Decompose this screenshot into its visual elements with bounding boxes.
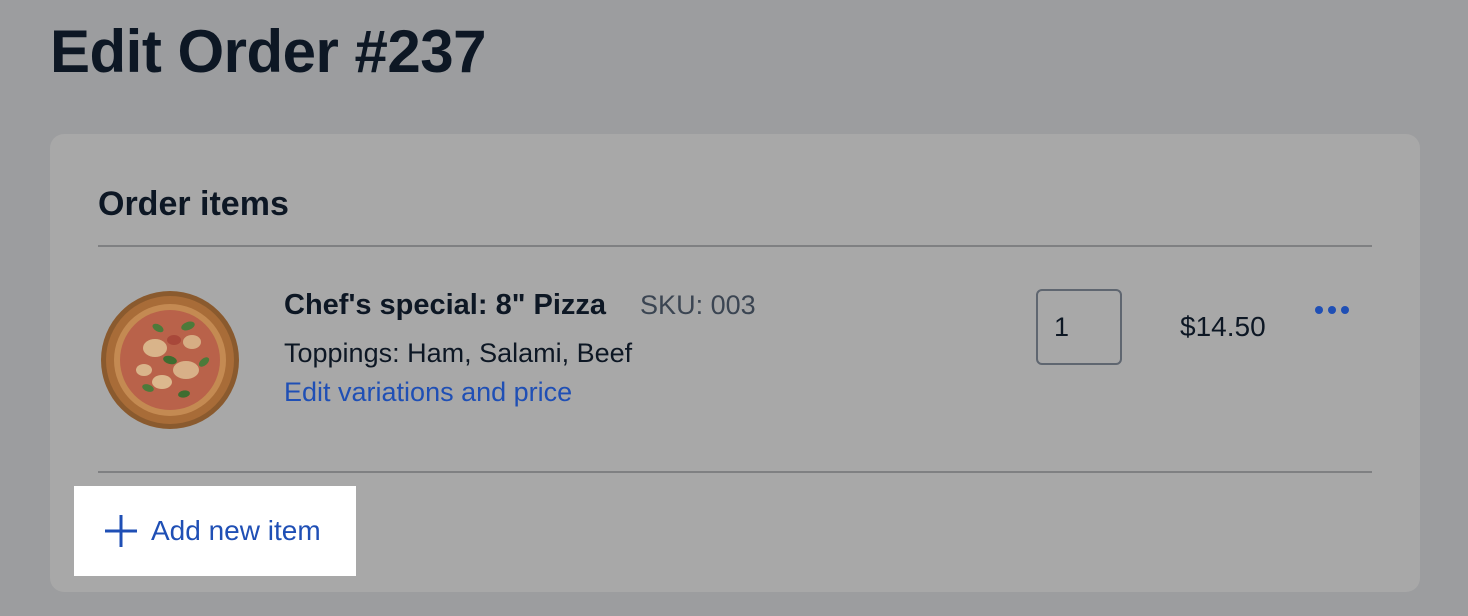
- add-new-item-label: Add new item: [151, 515, 321, 546]
- edit-variations-link[interactable]: Edit variations and price: [284, 377, 572, 408]
- add-new-item-button[interactable]: Add new item: [74, 486, 356, 576]
- item-price: $14.50: [1180, 311, 1266, 342]
- pizza-image: [101, 291, 239, 429]
- order-items-heading: Order items: [98, 185, 289, 223]
- item-sku: SKU: 003: [640, 290, 756, 320]
- quantity-input[interactable]: [1036, 289, 1122, 365]
- item-toppings: Toppings: Ham, Salami, Beef: [284, 338, 633, 368]
- item-name: Chef's special: 8" Pizza: [284, 289, 607, 321]
- page-title: Edit Order #237: [50, 18, 487, 85]
- more-options-button[interactable]: [1308, 295, 1356, 325]
- plus-icon: [104, 514, 138, 548]
- order-item-row: Chef's special: 8" Pizza SKU: 003 Toppin…: [98, 247, 1372, 471]
- item-info: Chef's special: 8" Pizza SKU: 003 Toppin…: [284, 289, 756, 408]
- divider: [98, 471, 1372, 473]
- item-name-line: Chef's special: 8" Pizza SKU: 003: [284, 289, 756, 322]
- more-horizontal-icon: [1315, 306, 1349, 314]
